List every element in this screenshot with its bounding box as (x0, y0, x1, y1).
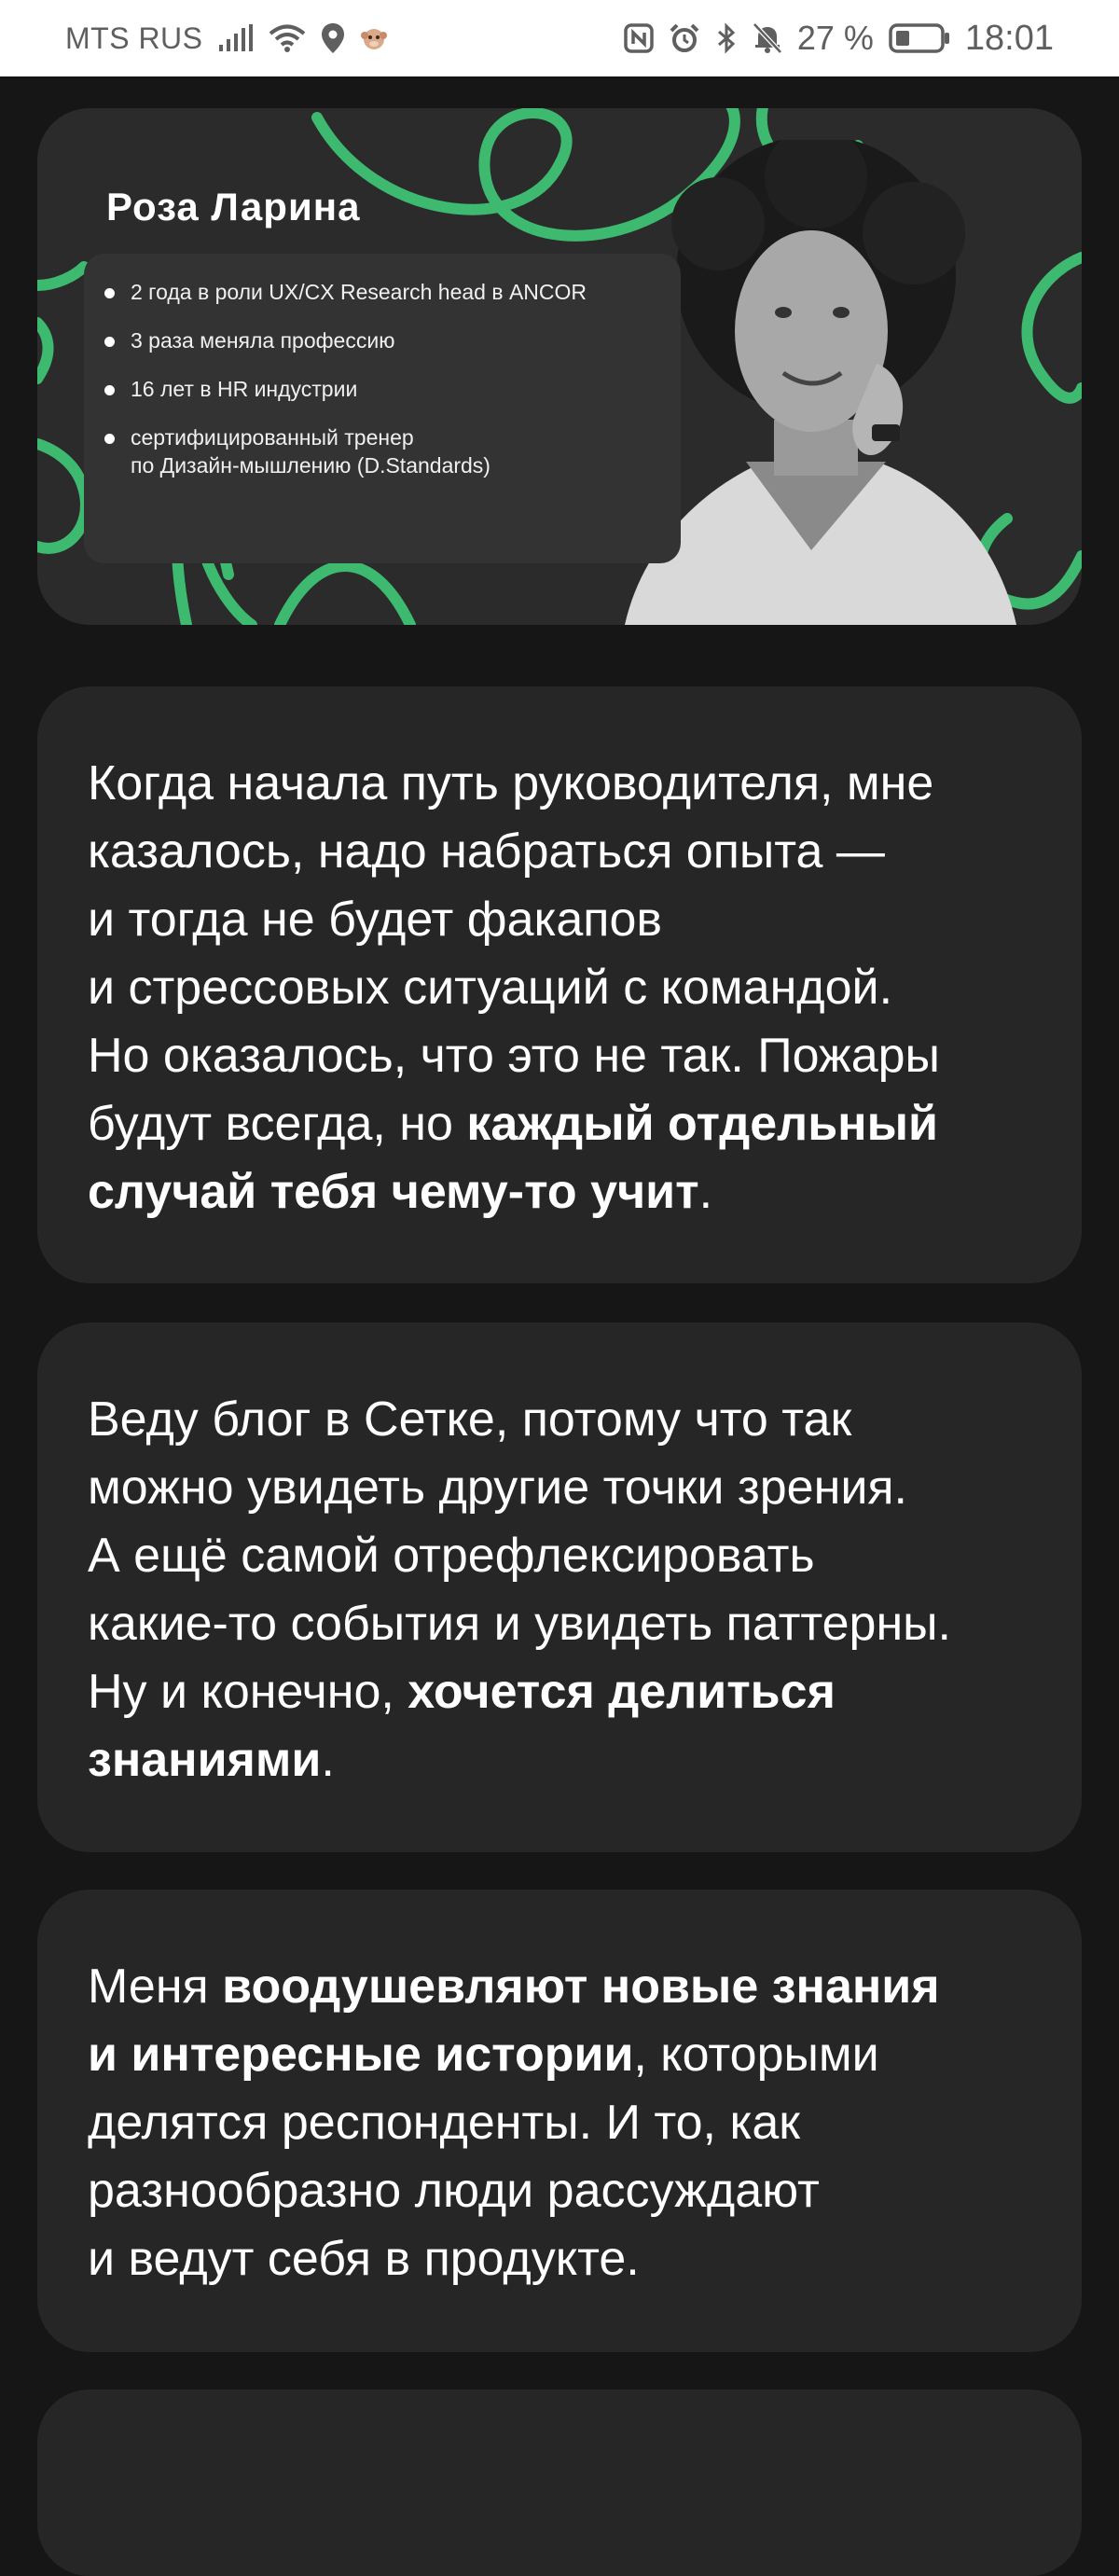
mute-icon (753, 22, 782, 54)
quote-line: разнообразно люди рассуждают (88, 2164, 820, 2218)
quote-emphasis: воодушевляют новые знания (222, 1960, 940, 2014)
quote-card-2: Веду блог в Сетке, потому что так можно … (37, 1323, 1082, 1852)
quote-line: Ну и конечно, (88, 1665, 408, 1719)
quote-line: Меня (88, 1960, 223, 2014)
quote-card-3: Меня воодушевляют новые знания и интерес… (37, 1890, 1082, 2352)
profile-fact: 3 раза меняла профессию (84, 326, 681, 354)
bluetooth-icon (715, 22, 738, 54)
wifi-icon (269, 23, 306, 53)
profile-fact-line: по Дизайн-мышлению (D.Standards) (131, 453, 490, 478)
status-bar: MTS RUS 27 % 18:01 (0, 0, 1119, 76)
quote-emphasis: хочется делиться (408, 1665, 836, 1719)
quote-text: Веду блог в Сетке, потому что так можно … (88, 1386, 1031, 1794)
battery-percent: 27 % (796, 19, 874, 57)
status-left: MTS RUS (65, 21, 388, 56)
profile-name: Роза Ларина (106, 185, 361, 229)
profile-fact: сертифицированный тренер по Дизайн-мышле… (84, 423, 681, 479)
quote-line: , которыми (633, 2028, 879, 2082)
quote-line: будут всегда, но (88, 1097, 467, 1151)
monkey-icon (360, 24, 388, 52)
profile-facts-list: 2 года в роли UX/CX Research head в ANCO… (84, 254, 681, 479)
quote-emphasis: и интересные истории (88, 2028, 634, 2082)
quote-emphasis: знаниями (88, 1733, 322, 1787)
quote-line: и стрессовых ситуаций с командой. (88, 961, 893, 1015)
profile-hero-card: Роза Ларина 2 года в роли UX/CX Research… (37, 108, 1082, 625)
quote-line: и тогда не будет факапов (88, 893, 663, 947)
signal-icon (218, 24, 254, 52)
alarm-icon (669, 22, 700, 54)
profile-fact-line: сертифицированный тренер (131, 425, 414, 450)
quote-line: какие-то события и увидеть паттерны. (88, 1597, 951, 1651)
quote-line: Но оказалось, что это не так. Пожары (88, 1029, 940, 1083)
quote-card-4 (37, 2389, 1082, 2576)
quote-line: делятся респонденты. И то, как (88, 2096, 801, 2150)
quote-line: Веду блог в Сетке, потому что так (88, 1392, 852, 1447)
quote-punct: . (698, 1165, 713, 1219)
clock-time: 18:01 (964, 18, 1054, 58)
quote-text: Меня воодушевляют новые знания и интерес… (88, 1953, 1031, 2293)
quote-line: и ведут себя в продукте. (88, 2232, 640, 2286)
quote-line: А ещё самой отрефлексировать (88, 1529, 815, 1583)
quote-punct: . (321, 1733, 335, 1787)
quote-text: Когда начала путь руководителя, мне каза… (88, 750, 1031, 1226)
location-icon (321, 22, 345, 54)
quote-card-1: Когда начала путь руководителя, мне каза… (37, 686, 1082, 1283)
quote-line: Когда начала путь руководителя, мне (88, 756, 934, 810)
profile-fact: 2 года в роли UX/CX Research head в ANCO… (84, 278, 681, 306)
carrier-label: MTS RUS (65, 21, 203, 55)
quote-line: казалось, надо набраться опыта — (88, 824, 885, 879)
quote-emphasis: каждый отдельный (466, 1097, 938, 1151)
quote-emphasis: случай тебя чему-то учит (88, 1165, 699, 1219)
profile-fact: 16 лет в HR индустрии (84, 375, 681, 403)
profile-facts-box: 2 года в роли UX/CX Research head в ANCO… (84, 254, 681, 563)
battery-icon (889, 22, 950, 54)
nfc-icon (624, 23, 654, 53)
quote-line: можно увидеть другие точки зрения. (88, 1461, 907, 1515)
status-right: 27 % 18:01 (624, 19, 1054, 59)
